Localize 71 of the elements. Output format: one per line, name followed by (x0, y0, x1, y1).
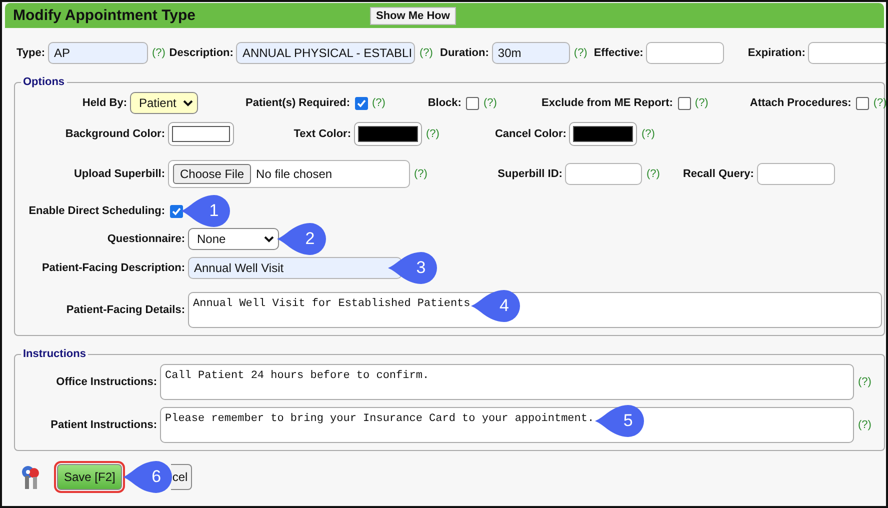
help-link[interactable]: (?) (574, 47, 588, 59)
help-link[interactable]: (?) (694, 97, 708, 109)
checkbox[interactable] (856, 96, 870, 110)
show-me-how-button[interactable]: Show Me How (370, 6, 456, 24)
field-label: Attach Procedures: (748, 97, 852, 109)
field-label: Patient Instructions: (50, 419, 157, 431)
help-link[interactable]: (?) (641, 128, 655, 140)
choose-file-button[interactable]: Choose File (173, 164, 252, 184)
help-link[interactable]: (?) (414, 168, 428, 180)
checkbox[interactable] (355, 96, 368, 110)
field-label: Background Color: (64, 128, 165, 140)
chevron-icon (183, 100, 193, 106)
text-field[interactable]: AP (48, 42, 148, 64)
field-label: Office Instructions: (55, 376, 157, 388)
field-label: Expiration: (746, 47, 806, 59)
callout-badge: 2 (277, 222, 329, 256)
field-label: Upload Superbill: (72, 168, 165, 180)
field-label: Description: (168, 47, 234, 59)
save-button[interactable]: Save [F2] (57, 464, 122, 490)
field-label: Duration: (439, 47, 489, 59)
checkbox[interactable] (678, 96, 691, 110)
checkbox[interactable] (466, 96, 480, 110)
section-legend: Options (21, 76, 67, 88)
callout-badge: 1 (181, 194, 233, 228)
help-link[interactable]: (?) (646, 168, 660, 180)
text-area[interactable]: Please remember to bring your Insurance Card to your appointment. 5 (160, 407, 854, 443)
help-link[interactable]: (?) (152, 47, 166, 59)
callout-badge: 3 (388, 251, 440, 285)
field-label: Questionnaire: (106, 233, 185, 245)
field-label: Recall Query: (682, 168, 754, 180)
text-field[interactable] (808, 42, 886, 64)
help-link[interactable]: (?) (858, 419, 872, 431)
section-legend: Instructions (21, 348, 88, 360)
field-label: Held By: (81, 97, 127, 109)
text-field[interactable] (756, 163, 835, 185)
help-link[interactable]: (?) (372, 97, 386, 109)
dropdown[interactable]: None (188, 228, 279, 250)
color-picker[interactable] (354, 122, 422, 146)
field-label: Effective: (592, 47, 644, 59)
checkbox[interactable] (170, 204, 183, 218)
dropdown[interactable]: Patient (130, 92, 198, 114)
text-field[interactable]: ANNUAL PHYSICAL - ESTABLI (236, 42, 416, 64)
text-field[interactable] (565, 163, 642, 185)
file-status: No file chosen (256, 167, 332, 181)
help-link[interactable]: (?) (419, 47, 433, 59)
field-label: Patient-Facing Description: (40, 262, 185, 274)
field-label: Patient-Facing Details: (65, 304, 185, 316)
text-area[interactable]: Annual Well Visit for Established Patients 4 (188, 292, 882, 328)
cancel-button[interactable]: cel (171, 464, 192, 490)
color-picker[interactable] (569, 122, 638, 146)
text-field[interactable] (646, 42, 724, 64)
field-label: Block: (426, 97, 462, 109)
help-link[interactable]: (?) (483, 97, 497, 109)
field-label: Enable Direct Scheduling: (28, 205, 165, 217)
field-label: Patient(s) Required: (244, 97, 350, 109)
field-label: Superbill ID: (496, 168, 562, 180)
field-label: Type: (15, 47, 45, 59)
help-link[interactable]: (?) (426, 128, 440, 140)
field-label: Exclude from ME Report: (540, 97, 673, 109)
help-link[interactable]: (?) (873, 97, 886, 109)
text-area[interactable]: Call Patient 24 hours before to confirm. (160, 364, 854, 400)
text-field[interactable]: 30m (492, 42, 570, 64)
text-field[interactable]: Annual Well Visit (188, 257, 402, 279)
file-upload-field[interactable]: Choose File No file chosen (168, 160, 410, 188)
color-picker[interactable] (168, 122, 234, 146)
chevron-icon (264, 236, 274, 242)
field-label: Cancel Color: (494, 128, 566, 140)
window-title: Modify Appointment Type (13, 7, 196, 24)
keys-icon[interactable] (20, 464, 42, 490)
help-link[interactable]: (?) (858, 376, 872, 388)
field-label: Text Color: (292, 128, 351, 140)
